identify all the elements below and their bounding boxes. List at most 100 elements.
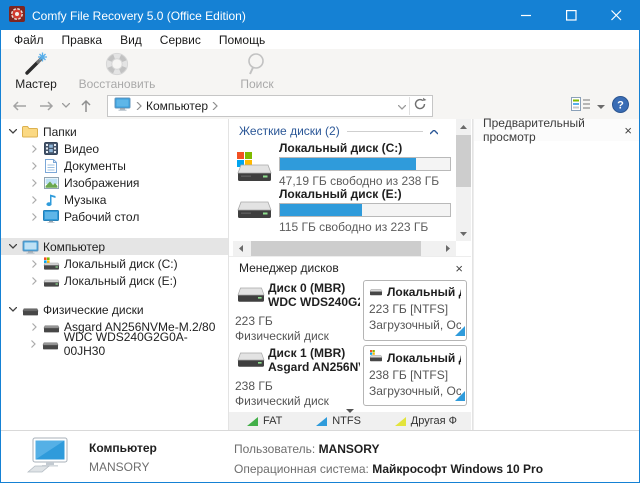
statusbar-computer-label: Компьютер (89, 439, 157, 458)
drive-icon (369, 285, 383, 299)
partition-name: Локальный диск ( (387, 285, 461, 299)
up-icon[interactable] (73, 94, 99, 118)
address-box[interactable]: Компьютер (107, 95, 433, 117)
partition-box[interactable]: Локальный диск ( 223 ГБ [NTFS] Загрузочн… (363, 280, 467, 341)
wizard-button[interactable]: Мастер (5, 49, 67, 92)
view-mode-dropdown-icon[interactable] (597, 99, 605, 113)
vertical-scrollbar[interactable] (456, 119, 471, 241)
partition-info: 223 ГБ [NTFS] (369, 302, 461, 316)
history-dropdown-icon[interactable] (59, 94, 73, 118)
preview-panel: Предварительный просмотр × (473, 119, 640, 430)
chevron-collapsed-icon[interactable] (26, 340, 42, 348)
hard-drives-panel: Жесткие диски (2) Локальный диск (C:) 47… (229, 119, 473, 256)
close-button[interactable] (594, 1, 639, 30)
menu-service[interactable]: Сервис (151, 33, 210, 47)
disk-model: WDC WDS240G2G0A (268, 295, 360, 309)
tree-node-desktop[interactable]: Рабочий стол (1, 208, 228, 225)
menu-view[interactable]: Вид (111, 33, 151, 47)
physical-drive-icon (42, 338, 60, 350)
address-dropdown-icon[interactable] (398, 99, 406, 113)
refresh-icon[interactable] (413, 97, 427, 114)
chevron-collapsed-icon[interactable] (26, 162, 42, 170)
chevron-collapsed-icon[interactable] (26, 145, 42, 153)
drive-free-space: 47,19 ГБ свободно из 238 ГБ (279, 174, 451, 188)
minimize-button[interactable] (504, 1, 549, 30)
drive-item-c[interactable]: Локальный диск (C:) 47,19 ГБ свободно из… (229, 141, 455, 188)
chevron-collapsed-icon[interactable] (26, 277, 42, 285)
disk-title: Диск 1 (MBR) (268, 346, 360, 360)
chevron-expanded-icon[interactable] (5, 307, 21, 312)
computer-icon (21, 240, 39, 254)
chevron-expanded-icon[interactable] (5, 244, 21, 249)
physical-drive-icon (42, 321, 60, 333)
tree-node-physical-disks[interactable]: Физические диски (1, 301, 228, 318)
disk-size: 238 ГБ (235, 379, 273, 393)
chevron-collapsed-icon[interactable] (26, 323, 42, 331)
title-bar: Comfy File Recovery 5.0 (Office Edition) (1, 1, 639, 30)
drive-windows-icon (369, 350, 383, 365)
partition-info: 238 ГБ [NTFS] (369, 368, 461, 382)
section-collapse-icon[interactable] (430, 124, 438, 138)
scrollbar-thumb[interactable] (456, 135, 471, 187)
tree-node-pictures[interactable]: Изображения (1, 174, 228, 191)
close-icon[interactable]: × (455, 261, 463, 276)
scroll-up-icon[interactable] (456, 119, 471, 134)
maximize-button[interactable] (549, 1, 594, 30)
hdd-windows-icon (229, 141, 279, 188)
filesystem-legend: FAT NTFS Другая Ф (229, 412, 471, 430)
tree-node-documents[interactable]: Документы (1, 157, 228, 174)
back-icon[interactable] (7, 94, 33, 118)
fat-triangle-icon (247, 417, 258, 426)
recover-label: Восстановить (79, 77, 156, 91)
horizontal-scrollbar[interactable] (233, 241, 456, 256)
hdd-icon (229, 187, 279, 234)
splitter-chevron-icon[interactable] (344, 405, 356, 417)
close-icon[interactable]: × (624, 123, 632, 138)
tree-node-folders[interactable]: Папки (1, 123, 228, 140)
breadcrumb-separator-icon[interactable] (212, 99, 218, 113)
tree-label: Физические диски (43, 303, 144, 317)
drive-name: Локальный диск (E:) (279, 187, 451, 201)
folder-icon (21, 125, 39, 138)
disk-row-0[interactable]: Диск 0 (MBR) WDC WDS240G2G0A 223 ГБ Физи… (229, 279, 471, 344)
chevron-collapsed-icon[interactable] (26, 196, 42, 204)
chevron-expanded-icon[interactable] (5, 129, 21, 134)
scroll-right-icon[interactable] (440, 241, 456, 256)
wizard-label: Мастер (15, 77, 57, 91)
chevron-collapsed-icon[interactable] (26, 179, 42, 187)
tree-node-computer[interactable]: Компьютер (1, 238, 228, 255)
help-icon[interactable]: ? (612, 96, 629, 116)
disk-manager-panel: Менеджер дисков × Диск 0 (MBR) WDC WDS24… (229, 256, 473, 430)
scroll-left-icon[interactable] (233, 241, 249, 256)
statusbar-os-label: Операционная система: (234, 462, 369, 476)
tree-node-disk-c[interactable]: Локальный диск (C:) (1, 255, 228, 272)
lifebuoy-icon (104, 51, 130, 77)
disk-row-1[interactable]: Диск 1 (MBR) Asgard AN256NVMe 238 ГБ Физ… (229, 344, 471, 409)
hdd-icon (235, 287, 267, 306)
forward-icon[interactable] (33, 94, 59, 118)
tree-label: WDC WDS240G2G0A-00JH30 (64, 330, 228, 358)
recover-button[interactable]: Восстановить (67, 49, 167, 92)
tree-node-music[interactable]: Музыка (1, 191, 228, 208)
breadcrumb-location[interactable]: Компьютер (146, 99, 208, 113)
search-button[interactable]: Поиск (209, 49, 305, 92)
drive-item-e[interactable]: Локальный диск (E:) 115 ГБ свободно из 2… (229, 187, 455, 234)
picture-icon (42, 177, 60, 189)
ntfs-corner-triangle (455, 390, 465, 404)
ntfs-triangle-icon (316, 417, 327, 426)
scroll-down-icon[interactable] (456, 226, 471, 241)
partition-box[interactable]: Локальный диск ( 238 ГБ [NTFS] Загрузочн… (363, 345, 467, 406)
tree-node-disk-e[interactable]: Локальный диск (E:) (1, 272, 228, 289)
menu-bar: Файл Правка Вид Сервис Помощь (1, 30, 639, 49)
scrollbar-thumb[interactable] (251, 241, 421, 256)
chevron-collapsed-icon[interactable] (26, 213, 42, 221)
chevron-collapsed-icon[interactable] (26, 260, 42, 268)
tree-node-video[interactable]: Видео (1, 140, 228, 157)
tree-node-physical-wdc[interactable]: WDC WDS240G2G0A-00JH30 (1, 335, 228, 352)
view-mode-icon[interactable] (571, 97, 590, 114)
hard-drives-title: Жесткие диски (2) (239, 124, 340, 138)
menu-edit[interactable]: Правка (53, 33, 112, 47)
menu-file[interactable]: Файл (5, 33, 53, 47)
document-icon (42, 159, 60, 173)
menu-help[interactable]: Помощь (210, 33, 274, 47)
